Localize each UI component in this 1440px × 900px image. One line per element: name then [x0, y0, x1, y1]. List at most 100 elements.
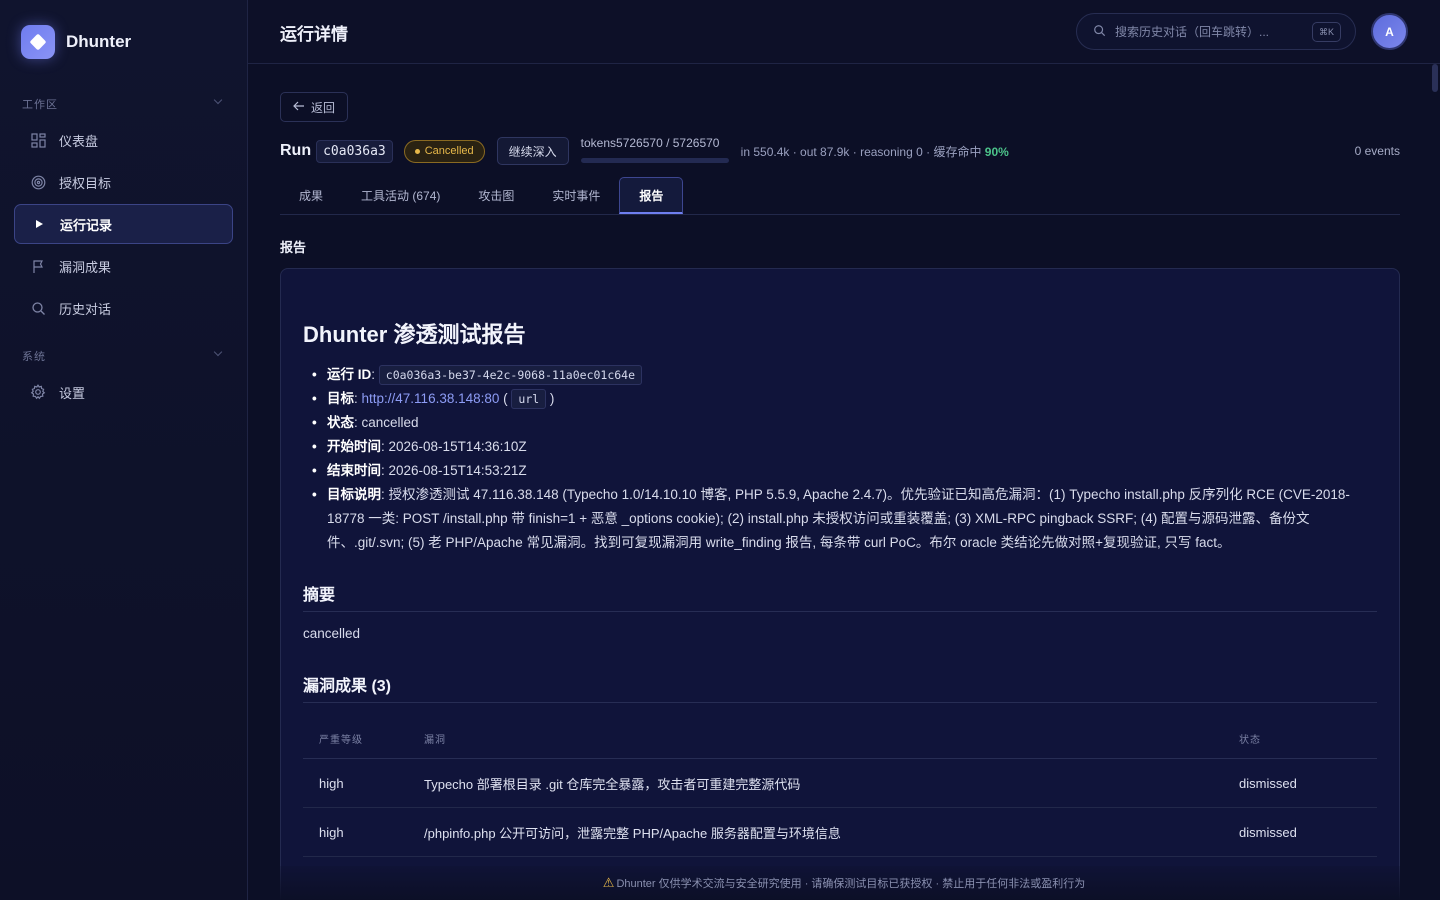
warning-icon: ⚠	[602, 875, 615, 890]
list-item: 结束时间: 2026-08-15T14:53:21Z	[303, 459, 1383, 483]
finding-title-cell: Typecho 部署根目录 .git 仓库完全暴露，攻击者可重建完整源代码	[424, 776, 801, 792]
meta-value: cancelled	[361, 415, 419, 430]
list-item: 目标: http://47.116.38.148:80 ( url )	[303, 387, 1383, 411]
shortcut-badge: ⌘K	[1311, 22, 1341, 42]
tokens-meter: tokens5726570 / 5726570	[580, 136, 729, 166]
status-badge: Cancelled	[403, 139, 485, 163]
events-count: 0 events	[1354, 144, 1400, 158]
chevron-down-icon[interactable]	[213, 347, 223, 357]
meta-key: 开始时间	[327, 439, 381, 454]
run-id: c0a036a3	[316, 139, 393, 163]
tab-results[interactable]: 成果	[280, 177, 342, 214]
footer-notice: ⚠ Dhunter 仅供学术交流与安全研究使用 · 请确保测试目标已获授权 · …	[248, 866, 1440, 900]
summary-text: cancelled	[303, 626, 361, 641]
meta-key: 目标	[327, 391, 354, 406]
sidebar-item-history[interactable]: 历史对话	[14, 288, 233, 328]
sidebar-item-dashboard[interactable]: 仪表盘	[14, 120, 233, 160]
run-header: Run c0a036a3 Cancelled 继续深入 tokens572657…	[280, 136, 1400, 166]
sidebar: Dhunter 工作区 仪表盘 授权目标 运行记录 漏洞成果 历史对话 系统 设…	[0, 0, 248, 900]
sidebar-item-label: 历史对话	[59, 301, 112, 317]
meta-key: 结束时间	[327, 463, 381, 478]
tabs: 成果 工具活动 (674) 攻击图 实时事件 报告	[280, 177, 1400, 215]
sidebar-item-label: 漏洞成果	[59, 259, 112, 275]
report-meta-list: 运行 ID: c0a036a3-be37-4e2c-9068-11a0ec01c…	[303, 363, 1383, 555]
run-id-full: c0a036a3-be37-4e2c-9068-11a0ec01c64e	[378, 365, 643, 385]
usage-text: in 550.4k · out 87.9k · reasoning 0 · 缓存…	[740, 144, 982, 159]
section-label-workspace: 工作区	[22, 99, 58, 111]
finding-title-cell: /phpinfo.php 公开可访问，泄露完整 PHP/Apache 服务器配置…	[424, 825, 841, 841]
meta-key: 运行 ID	[327, 367, 372, 382]
meta-key: 目标说明	[327, 487, 381, 502]
sidebar-item-label: 授权目标	[59, 175, 112, 191]
list-item: 运行 ID: c0a036a3-be37-4e2c-9068-11a0ec01c…	[303, 363, 1383, 387]
target-link[interactable]: http://47.116.38.148:80	[362, 391, 500, 406]
sidebar-item-settings[interactable]: 设置	[14, 372, 233, 412]
status-cell: dismissed	[1239, 775, 1297, 791]
gear-icon	[30, 384, 46, 400]
column-header: 严重等级	[319, 735, 363, 746]
topbar: 运行详情 搜索历史对话（回车跳转）... ⌘K A	[248, 0, 1440, 64]
report-card: Dhunter 渗透测试报告 运行 ID: c0a036a3-be37-4e2c…	[280, 268, 1400, 900]
sidebar-item-targets[interactable]: 授权目标	[14, 162, 233, 202]
section-title: 报告	[280, 240, 307, 255]
table-row[interactable]: high /phpinfo.php 公开可访问，泄露完整 PHP/Apache …	[303, 808, 1377, 857]
tokens-text: tokens5726570 / 5726570	[580, 136, 720, 150]
tab-tool-activity[interactable]: 工具活动 (674)	[342, 177, 459, 214]
severity-cell: high	[319, 775, 344, 791]
usage-stats: in 550.4k · out 87.9k · reasoning 0 · 缓存…	[741, 143, 1009, 160]
avatar[interactable]: A	[1371, 13, 1408, 50]
sidebar-item-label: 仪表盘	[59, 133, 99, 149]
findings-heading: 漏洞成果 (3)	[303, 678, 392, 695]
tab-attack-graph[interactable]: 攻击图	[459, 177, 533, 214]
table-row[interactable]: high Typecho 部署根目录 .git 仓库完全暴露，攻击者可重建完整源…	[303, 759, 1377, 808]
tokens-progress-bar	[580, 158, 729, 163]
tab-live-events[interactable]: 实时事件	[533, 177, 619, 214]
run-label: Run	[280, 142, 312, 159]
sidebar-item-findings[interactable]: 漏洞成果	[14, 246, 233, 286]
target-icon	[30, 174, 46, 190]
back-button[interactable]: 返回	[280, 92, 349, 122]
list-item: 目标说明: 授权渗透测试 47.116.38.148 (Typecho 1.0/…	[303, 483, 1383, 555]
main-content: 返回 Run c0a036a3 Cancelled 继续深入 tokens572…	[248, 64, 1440, 900]
column-header: 状态	[1239, 735, 1261, 746]
findings-table: 严重等级 漏洞 状态 high Typecho 部署根目录 .git 仓库完全暴…	[303, 719, 1377, 857]
dashboard-icon	[30, 132, 46, 148]
meta-value: 2026-08-15T14:53:21Z	[388, 463, 527, 478]
footer-text: Dhunter 仅供学术交流与安全研究使用 · 请确保测试目标已获授权 · 禁止…	[616, 878, 1086, 890]
section-label-system: 系统	[22, 351, 46, 363]
continue-deep-button[interactable]: 继续深入	[496, 137, 569, 165]
column-header: 漏洞	[424, 735, 446, 746]
meta-value: 2026-08-15T14:36:10Z	[388, 439, 527, 454]
logo-icon	[21, 25, 55, 59]
back-label: 返回	[311, 100, 336, 115]
summary-heading: 摘要	[303, 587, 336, 604]
play-icon	[31, 216, 47, 232]
table-header: 严重等级 漏洞 状态	[303, 719, 1377, 759]
list-item: 状态: cancelled	[303, 411, 1383, 435]
search-icon	[30, 300, 46, 316]
tab-report[interactable]: 报告	[619, 177, 684, 214]
page-title: 运行详情	[280, 25, 348, 44]
sidebar-item-runs[interactable]: 运行记录	[14, 204, 233, 244]
search-input[interactable]: 搜索历史对话（回车跳转）... ⌘K	[1076, 13, 1356, 50]
scrollbar[interactable]	[1432, 64, 1438, 92]
meta-value: 授权渗透测试 47.116.38.148 (Typecho 1.0/14.10.…	[327, 487, 1350, 550]
target-type: url	[511, 389, 547, 409]
arrow-left-icon	[293, 100, 305, 114]
brand[interactable]: Dhunter	[21, 25, 131, 59]
report-title: Dhunter 渗透测试报告	[303, 322, 526, 347]
search-icon	[1093, 24, 1106, 40]
status-dot-icon	[414, 148, 420, 154]
divider	[303, 702, 1377, 703]
chevron-down-icon[interactable]	[213, 95, 223, 105]
flag-icon	[30, 258, 46, 274]
severity-cell: high	[319, 824, 344, 840]
meta-key: 状态	[327, 415, 354, 430]
brand-name: Dhunter	[66, 32, 132, 51]
sidebar-item-label: 设置	[59, 385, 86, 401]
list-item: 开始时间: 2026-08-15T14:36:10Z	[303, 435, 1383, 459]
divider	[303, 611, 1377, 612]
status-cell: dismissed	[1239, 824, 1297, 840]
status-label: Cancelled	[424, 145, 474, 157]
search-placeholder: 搜索历史对话（回车跳转）...	[1115, 25, 1270, 39]
